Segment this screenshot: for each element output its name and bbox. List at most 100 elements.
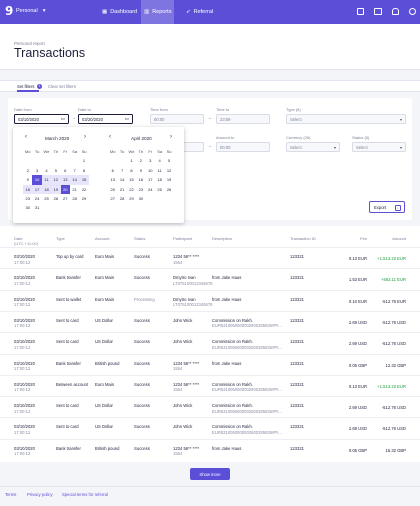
calendar-day[interactable]: 2 — [136, 156, 145, 165]
calendar-day[interactable]: 28 — [70, 194, 79, 203]
calendar-day[interactable]: 25 — [155, 185, 164, 194]
calendar-day[interactable]: 19 — [164, 175, 173, 184]
type-select[interactable]: Select ▾ — [286, 114, 406, 124]
calendar-day[interactable]: 10 — [146, 166, 155, 175]
set-filters-tab[interactable]: Set filters — [17, 84, 34, 89]
calendar-day[interactable]: 18 — [155, 175, 164, 184]
calendar-day[interactable]: 13 — [60, 175, 70, 185]
table-row[interactable]: 03/10/2020 17:00:12 Sent to card US Dollar S… — [0, 310, 420, 332]
calendar-day[interactable]: 3 — [32, 166, 41, 175]
calendar-day[interactable]: 17 — [146, 175, 155, 184]
next-month-icon[interactable]: › — [84, 134, 86, 140]
calendar-day[interactable]: 22 — [79, 185, 88, 194]
calendar-day[interactable]: 11 — [155, 166, 164, 175]
calendar-day[interactable]: 29 — [127, 194, 136, 203]
calendar-day[interactable]: 10 — [32, 175, 42, 185]
calendar-day[interactable]: 11 — [41, 175, 52, 185]
footer-link-referral-terms[interactable]: Special terms for referral — [62, 492, 108, 497]
table-row[interactable]: 03/10/2020 17:00:12 Bank transfer British p… — [0, 353, 420, 375]
calendar-day[interactable]: 19 — [51, 184, 61, 194]
calendar-day[interactable]: 16 — [136, 175, 145, 184]
date-from-input[interactable]: 03/10/2020 ▭ — [14, 114, 69, 124]
workspace-selector[interactable]: Personal ▾ — [16, 8, 45, 14]
calendar-day[interactable]: 20 — [60, 184, 70, 194]
messages-icon[interactable] — [374, 8, 382, 15]
nav-reports[interactable]: ▥ Reports — [141, 0, 175, 24]
column-header-participant[interactable]: Participant — [173, 236, 192, 241]
calendar-day[interactable]: 20 — [108, 185, 117, 194]
calendar-day[interactable]: 4 — [155, 156, 164, 165]
calendar-day[interactable]: 30 — [23, 203, 32, 212]
calendar-day[interactable]: 28 — [117, 194, 126, 203]
nav-referral[interactable]: ➶ Referral — [183, 0, 216, 24]
calendar-day[interactable]: 9 — [136, 166, 145, 175]
export-button[interactable]: Export ↓ — [369, 201, 405, 213]
app-logo[interactable]: 9 — [5, 4, 13, 18]
calendar-day[interactable]: 17 — [32, 184, 42, 194]
calendar-day[interactable]: 30 — [136, 194, 145, 203]
calendar-day[interactable]: 24 — [32, 194, 41, 203]
calendar-day[interactable]: 5 — [164, 156, 173, 165]
column-header-description[interactable]: Description — [212, 236, 232, 241]
calendar-day[interactable]: 31 — [32, 203, 41, 212]
column-header-type[interactable]: Type — [56, 236, 65, 241]
calendar-day[interactable]: 16 — [23, 184, 33, 194]
calendar-day[interactable]: 9 — [23, 175, 32, 184]
bell-icon[interactable] — [392, 8, 399, 15]
table-row[interactable]: 03/10/2020 17:00:12 Top up by card Euro Mai… — [0, 247, 420, 268]
date-to-input[interactable]: 03/20/2020 ▭ — [78, 114, 133, 124]
calendar-day[interactable]: 25 — [42, 194, 51, 203]
calendar-day[interactable]: 13 — [108, 175, 117, 184]
calendar-day[interactable]: 14 — [117, 175, 126, 184]
show-more-button[interactable]: Show more — [190, 468, 230, 480]
time-from-input[interactable]: 00:00 — [150, 114, 204, 124]
column-header-fee[interactable]: Fee — [360, 236, 367, 241]
clear-filters-link[interactable]: Clear set filters — [48, 84, 76, 89]
calendar-day[interactable]: 22 — [127, 185, 136, 194]
column-header-transaction-id[interactable]: Transaction ID — [290, 236, 316, 241]
next-month-icon[interactable]: › — [170, 134, 172, 140]
calendar-day[interactable]: 6 — [61, 166, 70, 175]
calendar-day[interactable]: 24 — [146, 185, 155, 194]
time-to-input[interactable]: 23:59 — [216, 114, 270, 124]
calendar-day[interactable]: 3 — [146, 156, 155, 165]
nav-dashboard[interactable]: ▦ Dashboard — [99, 0, 140, 24]
column-header-account[interactable]: Account — [95, 236, 109, 241]
table-row[interactable]: 03/10/2020 17:00:12 Bank transfer British p… — [0, 438, 420, 460]
amount-to-input[interactable]: 00.00 — [216, 142, 270, 152]
footer-link-terms[interactable]: Terms — [5, 492, 16, 497]
currency-select[interactable]: Select ▾ — [286, 142, 340, 152]
calendar-day[interactable]: 18 — [41, 184, 52, 194]
calendar-day[interactable]: 23 — [136, 185, 145, 194]
table-row[interactable]: 03/10/2020 17:00:12 Sent to card US Dollar S… — [0, 332, 420, 353]
calendar-day[interactable]: 8 — [127, 166, 136, 175]
calendar-day[interactable]: 26 — [164, 185, 173, 194]
calendar-day[interactable]: 5 — [51, 166, 60, 175]
table-row[interactable]: 03/10/2020 17:00:12 Between account Euro Ma… — [0, 374, 420, 396]
table-row[interactable]: 03/10/2020 17:00:12 Sent to wallet Euro Mai… — [0, 289, 420, 311]
calendar-day[interactable]: 14 — [69, 175, 80, 185]
calendar-day[interactable]: 15 — [79, 175, 89, 185]
prev-month-icon[interactable]: ‹ — [109, 134, 111, 140]
calendar-day[interactable]: 15 — [127, 175, 136, 184]
calendar-day[interactable]: 21 — [117, 185, 126, 194]
calendar-day[interactable]: 26 — [51, 194, 60, 203]
calendar-day[interactable]: 7 — [70, 166, 79, 175]
calendar-day[interactable]: 4 — [42, 166, 51, 175]
profile-icon[interactable] — [409, 8, 416, 15]
calendar-day[interactable]: 12 — [51, 175, 61, 185]
calendar-day[interactable]: 23 — [23, 194, 32, 203]
calendar-day[interactable]: 1 — [79, 156, 88, 165]
column-header-status[interactable]: Status — [134, 236, 145, 241]
calendar-day[interactable]: 6 — [108, 166, 117, 175]
calendar-day[interactable]: 27 — [108, 194, 117, 203]
table-row[interactable]: 03/10/2020 17:00:12 Sent to card US Dollar S… — [0, 417, 420, 438]
calendar-day[interactable]: 29 — [79, 194, 88, 203]
calendar-day[interactable]: 12 — [164, 166, 173, 175]
calendar-day[interactable]: 8 — [79, 166, 88, 175]
prev-month-icon[interactable]: ‹ — [25, 134, 27, 140]
wallet-icon[interactable] — [357, 8, 364, 15]
footer-link-privacy[interactable]: Privacy policy — [27, 492, 53, 497]
calendar-day[interactable]: 1 — [127, 156, 136, 165]
table-row[interactable]: 03/10/2020 17:00:12 Sent to card US Dollar S… — [0, 396, 420, 417]
